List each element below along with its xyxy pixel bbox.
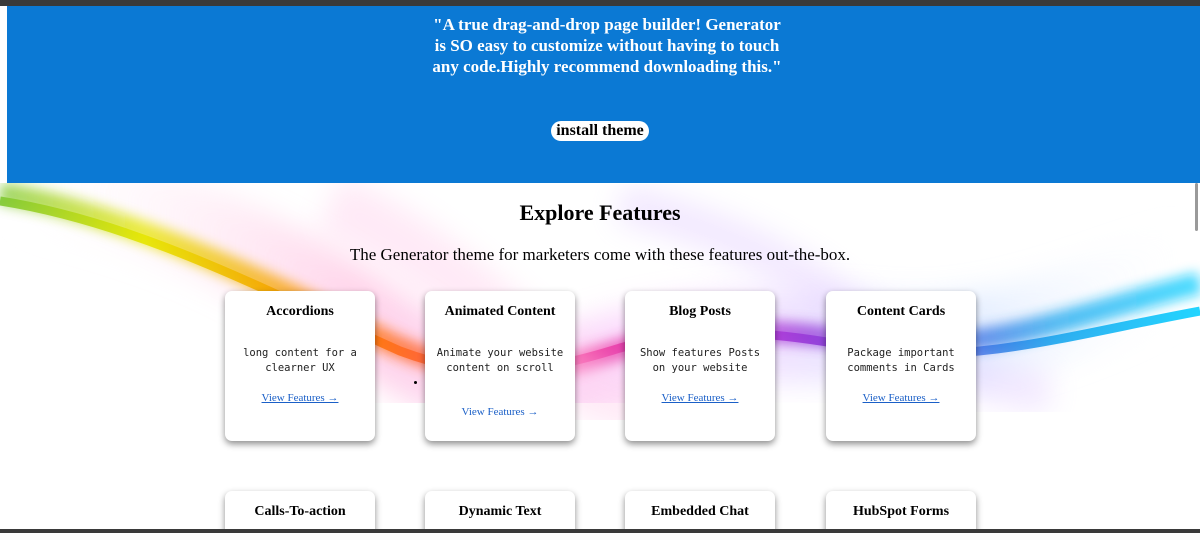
feature-card-description: Package important comments in Cards (847, 347, 955, 374)
rainbow-wave-background (0, 183, 1200, 430)
feature-card-description: Show features Posts on your website (639, 347, 761, 374)
view-features-link[interactable]: View Features → (625, 391, 775, 405)
section-subtitle: The Generator theme for marketers come w… (349, 245, 851, 264)
feature-card-calls-to-action: Calls-To-action (225, 491, 375, 533)
view-features-link[interactable]: View Features → (225, 391, 375, 405)
testimonial-hero: "A true drag-and-drop page builder! Gene… (7, 6, 1200, 183)
view-features-link[interactable]: View Features → (826, 391, 976, 405)
feature-card-description: Animate your website content on scroll (436, 347, 564, 374)
feature-card-title: Dynamic Text (458, 504, 542, 519)
feature-card-title: Content Cards (856, 304, 946, 319)
view-features-link[interactable]: View Features → (425, 405, 575, 419)
feature-card-title: HubSpot Forms (852, 504, 950, 519)
feature-card-title: Calls-To-action (254, 504, 346, 519)
feature-card-description: long content for a clearner UX (243, 347, 357, 374)
feature-card-title: Accordions (266, 304, 334, 319)
feature-card-hubspot-forms: HubSpot Forms (826, 491, 976, 533)
feature-card-blog-posts: Blog Posts Show features Posts on your w… (625, 291, 775, 441)
window-bottom-edge (0, 529, 1200, 533)
feature-card-embedded-chat: Embedded Chat (625, 491, 775, 533)
testimonial-quote: "A true drag-and-drop page builder! Gene… (432, 15, 782, 76)
page: "A true drag-and-drop page builder! Gene… (0, 0, 1200, 533)
feature-card-title: Animated Content (444, 304, 556, 319)
feature-card-title: Embedded Chat (651, 504, 749, 519)
stray-dot (414, 381, 417, 384)
feature-card-accordions: Accordions long content for a clearner U… (225, 291, 375, 441)
feature-card-dynamic-text: Dynamic Text (425, 491, 575, 533)
feature-card-animated-content: Animated Content Animate your website co… (425, 291, 575, 441)
feature-card-title: Blog Posts (669, 304, 731, 319)
install-theme-button[interactable]: install theme (551, 121, 649, 141)
feature-card-content-cards: Content Cards Package important comments… (826, 291, 976, 441)
section-title: Explore Features (519, 200, 681, 225)
